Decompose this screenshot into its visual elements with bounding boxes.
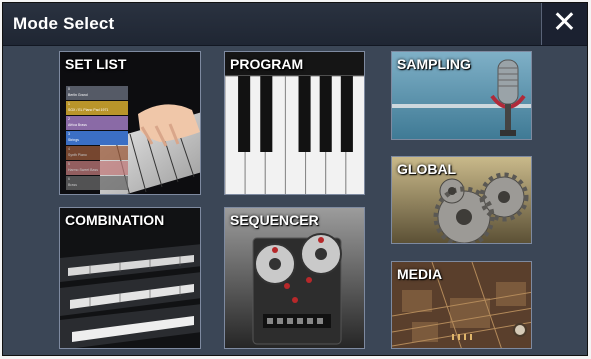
piano-black-key bbox=[298, 76, 311, 152]
program-image bbox=[225, 52, 364, 194]
media-mode-button[interactable]: MEDIA bbox=[391, 261, 532, 349]
piano-black-key bbox=[319, 76, 332, 152]
sequencer-mode-button[interactable]: SEQUENCER bbox=[224, 207, 365, 349]
combination-label: COMBINATION bbox=[65, 212, 165, 228]
title-bar: Mode Select ✕ bbox=[3, 3, 587, 46]
combination-mode-button[interactable]: COMBINATION bbox=[59, 207, 201, 349]
set-list-preview-name: SGX / EL Piano Pad 1971 bbox=[68, 108, 109, 112]
sequencer-image bbox=[252, 233, 342, 345]
global-mode-button[interactable]: GLOBAL bbox=[391, 156, 532, 244]
set-list-preview-name: Berlin Grand bbox=[68, 93, 88, 97]
set-list-preview-name: Synth Piano bbox=[68, 153, 87, 157]
piano-black-key bbox=[260, 76, 273, 152]
window-title: Mode Select bbox=[13, 14, 115, 33]
media-label: MEDIA bbox=[397, 266, 443, 282]
set-list-preview-row: 0 Berlin Grand bbox=[66, 86, 128, 100]
set-list-preview-name: Brass bbox=[68, 183, 77, 187]
set-list-preview-row: 5 Harmo Sweet Bass bbox=[66, 161, 128, 175]
set-list-preview-row: 6 Brass bbox=[66, 176, 128, 190]
sequencer-label: SEQUENCER bbox=[230, 212, 319, 228]
close-icon: ✕ bbox=[551, 6, 578, 39]
sampling-mode-button[interactable]: SAMPLING bbox=[391, 51, 532, 140]
set-list-label: SET LIST bbox=[65, 56, 127, 72]
set-list-preview-name: Africa Brass bbox=[68, 123, 87, 127]
set-list-preview-row: 4 Synth Piano bbox=[66, 146, 128, 160]
set-list-mode-button[interactable]: 0 Berlin Grand 1 SGX / EL Piano Pad 1971 2 Af… bbox=[59, 51, 201, 195]
global-label: GLOBAL bbox=[397, 161, 457, 177]
set-list-preview-row: 2 Africa Brass bbox=[66, 116, 128, 130]
piano-black-key bbox=[238, 76, 251, 152]
program-label: PROGRAM bbox=[230, 56, 304, 72]
set-list-preview-row: 3 Strings bbox=[66, 131, 128, 145]
sampling-label: SAMPLING bbox=[397, 56, 471, 72]
set-list-preview-name: Harmo Sweet Bass bbox=[68, 168, 98, 172]
mode-select-window: Mode Select ✕ 0 Berlin Grand 1 SGX / EL … bbox=[2, 2, 588, 356]
piano-black-key bbox=[340, 76, 353, 152]
program-mode-button[interactable]: PROGRAM bbox=[224, 51, 365, 195]
combination-image bbox=[60, 244, 200, 348]
set-list-preview-name: Strings bbox=[68, 138, 79, 142]
close-button[interactable]: ✕ bbox=[541, 3, 587, 45]
set-list-preview-row: 1 SGX / EL Piano Pad 1971 bbox=[66, 101, 128, 115]
